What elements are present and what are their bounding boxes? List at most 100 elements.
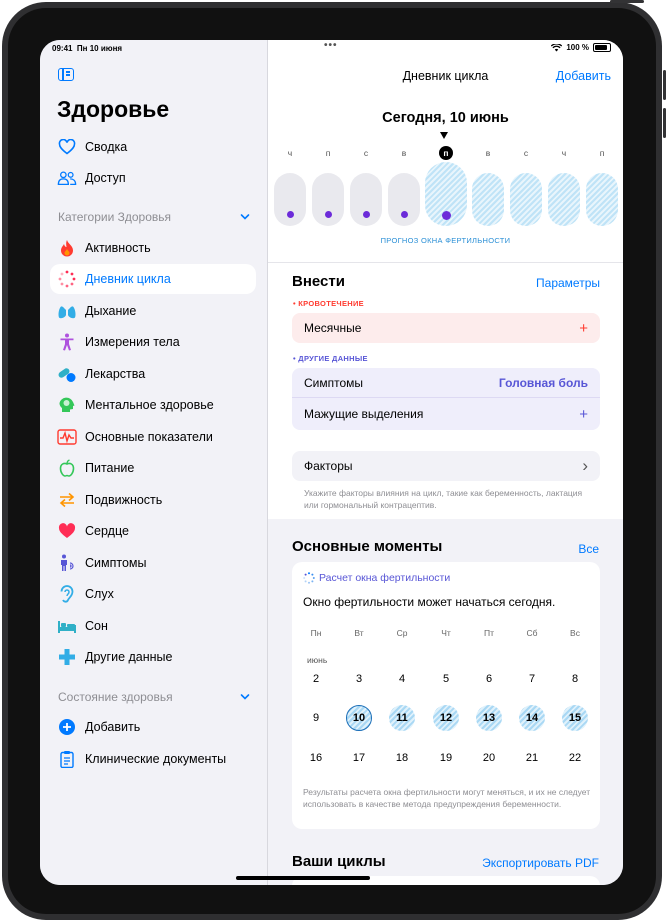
weekday-header: Ср [396, 628, 408, 638]
weekday-letter: в [485, 148, 491, 158]
sidebar-item-label: Сон [85, 619, 108, 633]
calendar-day-fertile: 14 [519, 705, 545, 731]
sidebar-item-label: Измерения тела [85, 335, 180, 349]
highlights-title: Основные моменты [292, 538, 443, 555]
cycle-tracking-panel: Дневник цикла Добавить Сегодня, 10 июнь … [268, 40, 623, 885]
ear-icon [57, 584, 77, 604]
sidebar-item-other-data[interactable]: Другие данные [50, 642, 256, 672]
sidebar-item-activity[interactable]: Активность [50, 233, 256, 263]
sidebar-item-label: Другие данные [85, 650, 173, 664]
options-button[interactable]: Параметры [536, 276, 600, 290]
day-capsule-today[interactable] [425, 162, 467, 226]
volume-button [663, 108, 666, 138]
weekday-header: Вс [570, 628, 580, 638]
sidebar-item-vitals[interactable]: Основные показатели [50, 422, 256, 452]
plus-cross-icon [57, 647, 77, 667]
calendar-day: 6 [485, 673, 493, 685]
apple-icon [57, 458, 77, 478]
cycle-icon [57, 269, 77, 289]
sidebar: Здоровье Сводка Доступ Категории Здоровь… [40, 40, 268, 885]
calendar-day: 19 [439, 752, 453, 764]
export-pdf-button[interactable]: Экспортировать PDF [482, 856, 599, 870]
symptoms-row[interactable]: Симптомы Головная боль [292, 368, 600, 398]
factors-row[interactable]: Факторы › [292, 451, 600, 481]
head-icon [57, 395, 77, 415]
categories-header[interactable]: Категории Здоровья [58, 210, 171, 224]
day-capsule-fertile[interactable] [586, 173, 618, 226]
weekday-letter: с [363, 148, 369, 158]
chevron-down-icon[interactable] [240, 212, 250, 222]
day-capsule[interactable] [350, 173, 382, 226]
sidebar-item-label: Дневник цикла [85, 272, 171, 286]
heart-outline-icon [57, 137, 77, 157]
add-circle-icon [57, 717, 77, 737]
sidebar-item-heart[interactable]: Сердце [50, 516, 256, 546]
health-state-header[interactable]: Состояние здоровья [58, 690, 173, 704]
home-indicator[interactable] [236, 876, 370, 880]
status-bar: 09:41 Пн 10 июня ••• 100 % [40, 40, 623, 58]
day-capsule-fertile[interactable] [510, 173, 542, 226]
sidebar-item-sleep[interactable]: Сон [50, 611, 256, 641]
spotting-row[interactable]: Мажущие выделения + [292, 398, 600, 430]
sidebar-item-summary[interactable]: Сводка [50, 132, 256, 162]
sidebar-toggle-icon[interactable] [58, 68, 74, 81]
wifi-icon [551, 43, 563, 51]
card-text: Окно фертильности может начаться сегодня… [303, 595, 556, 609]
add-spotting-icon[interactable]: + [579, 406, 588, 423]
sidebar-item-label: Ментальное здоровье [85, 398, 214, 412]
sidebar-item-nutrition[interactable]: Питание [50, 453, 256, 483]
date-title: Сегодня, 10 июнь [382, 110, 509, 126]
weekday-letter-today: п [439, 146, 453, 160]
arrows-icon [57, 490, 77, 510]
day-capsule[interactable] [312, 173, 344, 226]
sidebar-item-label: Клинические документы [85, 752, 227, 766]
add-period-icon[interactable]: + [579, 320, 588, 337]
show-all-button[interactable]: Все [578, 542, 599, 556]
calendar-day: 5 [442, 673, 450, 685]
sidebar-item-hearing[interactable]: Слух [50, 579, 256, 609]
calendar-day: 21 [525, 752, 539, 764]
screen: 09:41 Пн 10 июня ••• 100 % Здоровье Свод… [40, 40, 623, 885]
fertility-highlight-card[interactable]: Расчет окна фертильности Окно фертильнос… [292, 562, 600, 829]
day-capsule-fertile[interactable] [548, 173, 580, 226]
current-day-marker [440, 132, 448, 139]
log-title: Внести [292, 273, 345, 290]
period-row[interactable]: Месячные + [292, 313, 600, 343]
chevron-right-icon: › [582, 456, 588, 475]
sidebar-item-clinical-documents[interactable]: Клинические документы [50, 744, 256, 774]
your-cycles-title: Ваши циклы [292, 853, 386, 870]
top-button [610, 0, 644, 3]
sidebar-item-symptoms[interactable]: Симптомы [50, 548, 256, 578]
calendar-day: 9 [312, 712, 320, 724]
calendar-day: 3 [355, 673, 363, 685]
sidebar-item-label: Основные показатели [85, 430, 213, 444]
day-capsule-fertile[interactable] [472, 173, 504, 226]
battery-icon [593, 43, 611, 52]
sidebar-item-mental-wellbeing[interactable]: Ментальное здоровье [50, 390, 256, 420]
sidebar-item-label: Добавить [85, 720, 141, 734]
weekday-header: Чт [441, 628, 451, 638]
symptoms-value: Головная боль [498, 375, 588, 390]
log-section: Внести Параметры • КРОВОТЕЧЕНИЕ Месячные… [268, 262, 623, 519]
sidebar-item-sharing[interactable]: Доступ [50, 163, 256, 193]
sidebar-item-medications[interactable]: Лекарства [50, 359, 256, 389]
weekday-header: Сб [526, 628, 538, 638]
day-capsule[interactable] [274, 173, 306, 226]
chevron-down-icon[interactable] [240, 692, 250, 702]
multitasking-dots[interactable]: ••• [324, 40, 338, 51]
sidebar-item-respiratory[interactable]: Дыхание [50, 296, 256, 326]
waveform-icon [57, 427, 77, 447]
day-capsule[interactable] [388, 173, 420, 226]
people-icon [57, 168, 77, 188]
add-button[interactable]: Добавить [556, 69, 611, 83]
sidebar-item-cycle-tracking[interactable]: Дневник цикла [50, 264, 256, 294]
status-right: 100 % [551, 43, 611, 52]
sidebar-item-body-measurements[interactable]: Измерения тела [50, 327, 256, 357]
flame-icon [57, 238, 77, 258]
app-title: Здоровье [57, 96, 170, 122]
sidebar-item-mobility[interactable]: Подвижность [50, 485, 256, 515]
fertility-disclaimer: Результаты расчета окна фертильности мог… [303, 787, 591, 809]
calendar-day-fertile: 13 [476, 705, 502, 731]
sidebar-item-add[interactable]: Добавить [50, 712, 256, 742]
calendar-day: 16 [309, 752, 323, 764]
